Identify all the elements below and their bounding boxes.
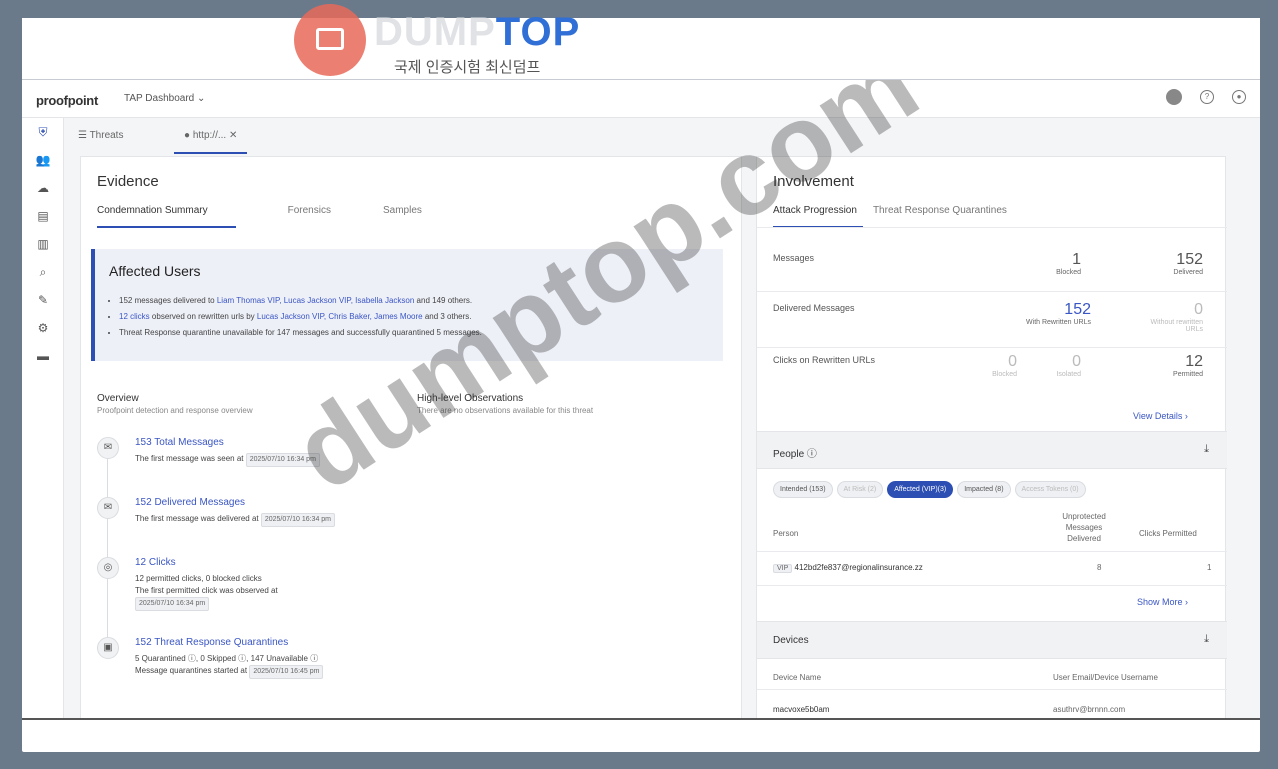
watermark-logo-icon [294, 4, 366, 76]
metric-value: 1 Blocked [1056, 251, 1081, 276]
users-icon[interactable]: 👥 [22, 146, 64, 174]
quarantine-icon: ▣ [97, 637, 119, 659]
tab-attack-progression[interactable]: Attack Progression [773, 205, 863, 228]
list-item: 12 clicks observed on rewritten urls by … [119, 309, 482, 325]
search-icon[interactable]: ⌕ [22, 258, 64, 286]
download-icon[interactable]: ⤓ [1204, 443, 1209, 456]
metric-value[interactable]: 152 With Rewritten URLs [1021, 301, 1091, 326]
involvement-card: Involvement Attack Progression Threat Re… [756, 156, 1227, 718]
metric-label: Clicks on Rewritten URLs [773, 355, 876, 365]
evidence-card: Evidence Condemnation Summary Forensics … [80, 156, 742, 718]
tab-threats[interactable]: ☰ Threats [78, 130, 123, 141]
involvement-title: Involvement [773, 173, 854, 190]
screenshot-frame: DUMPTOP 국제 인증시험 최신덤프 proofpoint TAP Dash… [22, 4, 1260, 752]
clicks-count: 1 [1207, 563, 1212, 572]
help-icon[interactable]: ? [1200, 90, 1214, 104]
top-header: proofpoint TAP Dashboard ⌄ ? ● [22, 80, 1260, 118]
tab-samples[interactable]: Samples [383, 205, 422, 228]
metric-value: 152 Delivered [1173, 251, 1203, 276]
view-details-link[interactable]: View Details › [1133, 411, 1188, 421]
wrench-icon[interactable]: ✎ [22, 286, 64, 314]
overview-section: Overview Proofpoint detection and respons… [97, 393, 253, 415]
chip-impacted[interactable]: Impacted (8) [957, 481, 1011, 498]
list-item: 152 messages delivered to Liam Thomas VI… [119, 293, 482, 309]
tab-threat-response-quarantines[interactable]: Threat Response Quarantines [873, 205, 1007, 228]
click-icon: ◎ [97, 557, 119, 579]
dashboard-selector[interactable]: TAP Dashboard ⌄ [124, 93, 205, 104]
envelope-open-icon: ✉ [97, 497, 119, 519]
account-icon[interactable]: ● [1232, 90, 1246, 104]
show-more-link[interactable]: Show More › [1137, 597, 1188, 607]
watermark-brand: DUMPTOP [374, 10, 581, 54]
app-window: proofpoint TAP Dashboard ⌄ ? ● ⛨ 👥 ☁ ▤ ▥… [22, 80, 1260, 720]
cloud-icon[interactable]: ☁ [22, 174, 64, 202]
chart-icon[interactable]: ▥ [22, 230, 64, 258]
document-icon[interactable]: ▤ [22, 202, 64, 230]
metric-value: 12 Permitted [1173, 353, 1203, 378]
chip-at-risk[interactable]: At Risk (2) [836, 481, 884, 498]
tab-forensics[interactable]: Forensics [288, 205, 331, 228]
table-row[interactable]: VIP 412bd2fe837@regionalinsurance.zz [773, 563, 923, 573]
involvement-tabs: Attack Progression Threat Response Quara… [773, 205, 1059, 228]
devices-header: Devices ⤓ [757, 621, 1227, 659]
chip-access-tokens[interactable]: Access Tokens (0) [1014, 481, 1086, 498]
people-filter-chips: Intended (153) At Risk (2) Affected (VIP… [773, 481, 1086, 498]
metric-value: 0 Isolated [1056, 353, 1081, 378]
people-header: People ⓘ ⤓ [757, 431, 1227, 469]
envelope-icon: ✉ [97, 437, 119, 459]
unprotected-count: 8 [1097, 563, 1102, 572]
metric-value: 0 Blocked [992, 353, 1017, 378]
affected-users-panel: Affected Users 152 messages delivered to… [91, 249, 723, 361]
metric-label: Messages [773, 253, 815, 263]
user-avatar-icon[interactable] [1166, 89, 1182, 105]
shield-icon[interactable]: ⛨ [22, 118, 64, 146]
chevron-down-icon: ⌄ [197, 93, 206, 104]
book-icon[interactable]: ▬ [22, 342, 64, 370]
timeline-line [107, 453, 108, 649]
left-nav-rail: ⛨ 👥 ☁ ▤ ▥ ⌕ ✎ ⚙ ▬ [22, 118, 64, 718]
chip-affected[interactable]: Affected (VIP)(3) [887, 481, 954, 498]
metric-value: 0 Without rewritten URLs [1150, 301, 1203, 333]
download-icon[interactable]: ⤓ [1204, 633, 1209, 646]
watermark-banner: DUMPTOP 국제 인증시험 최신덤프 [22, 4, 1260, 80]
watermark-subtitle: 국제 인증시험 최신덤프 [394, 59, 541, 76]
evidence-tabs: Condemnation Summary Forensics Samples [97, 205, 474, 228]
device-row-name[interactable]: macvoxe5b0am [773, 705, 829, 714]
col-device-name: Device Name [773, 673, 822, 682]
chip-intended[interactable]: Intended (153) [773, 481, 833, 498]
list-item: Threat Response quarantine unavailable f… [119, 325, 482, 341]
metric-label: Delivered Messages [773, 303, 855, 313]
col-person: Person [773, 529, 799, 538]
col-unprotected: Unprotected Messages Delivered [1062, 512, 1106, 543]
gear-icon[interactable]: ⚙ [22, 314, 64, 342]
header-icons: ? ● [1166, 89, 1246, 105]
proofpoint-logo: proofpoint [36, 93, 98, 108]
tab-bar: ☰ Threats ● http://... ✕ [64, 118, 1260, 154]
observations-section: High-level Observations There are no obse… [417, 393, 594, 415]
device-row-user: asuthrv@brnnn.com [1053, 705, 1126, 714]
col-clicks: Clicks Permitted [1139, 529, 1197, 538]
evidence-title: Evidence [97, 173, 159, 190]
col-user-email: User Email/Device Username [1053, 673, 1158, 682]
tab-current-threat[interactable]: ● http://... ✕ [174, 118, 248, 154]
tab-condemnation-summary[interactable]: Condemnation Summary [97, 205, 236, 228]
affected-users-title: Affected Users [109, 263, 201, 279]
affected-users-list: 152 messages delivered to Liam Thomas VI… [119, 293, 482, 341]
